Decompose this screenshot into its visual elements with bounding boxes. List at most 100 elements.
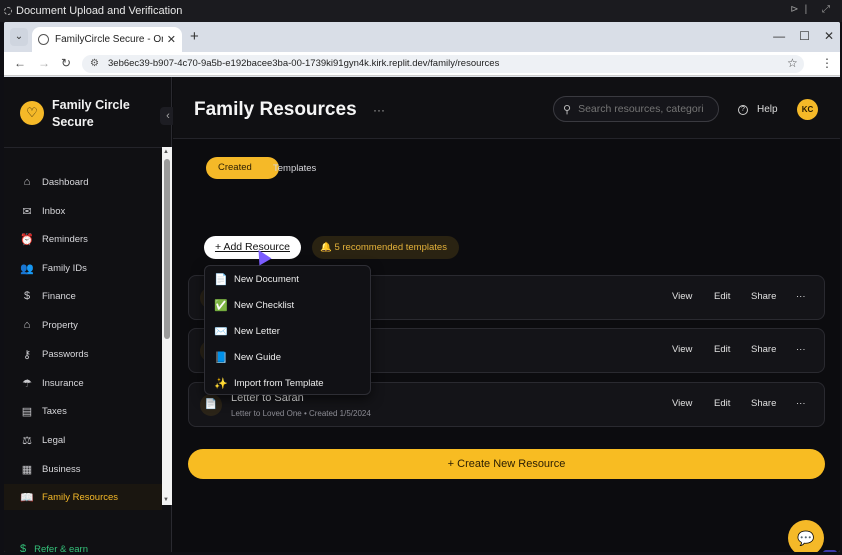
tab-close-icon[interactable]: ✕ — [167, 33, 176, 46]
view-button[interactable]: View — [672, 344, 692, 355]
create-new-resource-button[interactable]: + Create New Resource — [188, 449, 825, 479]
site-info-icon[interactable]: ⚙ — [90, 55, 99, 73]
add-resource-menu: 📄 New Document ✅ New Checklist ✉️ New Letter 📘… — [204, 265, 371, 395]
scroll-down-icon[interactable]: ▼ — [163, 497, 169, 503]
sidebar: ♡ Family Circle Secure ‹ ⌂ Dashboard ✉ Inbo… — [4, 77, 176, 552]
sidebar-item-label: Finance — [42, 290, 76, 302]
menu-item-label: New Letter — [234, 325, 280, 337]
sidebar-item-label: Property — [42, 319, 78, 331]
sidebar-item-label: Taxes — [42, 405, 67, 417]
sidebar-item-icon: 📖 — [20, 491, 34, 504]
help-icon: ? — [738, 104, 748, 115]
url-field[interactable]: ⚙ 3eb6ec39-b907-4c70-9a5b-e192bacee3ba-0… — [82, 55, 804, 73]
os-title-bar: Document Upload and Verification ⊳| ⤢ — [0, 0, 842, 22]
menu-item-new-letter[interactable]: ✉️ New Letter — [205, 318, 370, 344]
scrollbar-thumb[interactable] — [164, 159, 170, 339]
avatar[interactable]: KC — [797, 99, 818, 120]
os-window-controls[interactable]: ⊳| ⤢ — [790, 4, 836, 15]
sidebar-item-icon: ⚷ — [22, 348, 32, 361]
help-button[interactable]: ? Help — [738, 104, 778, 115]
menu-item-icon: ✨ — [214, 377, 228, 390]
sidebar-item-icon: ☂ — [22, 377, 32, 390]
url-text: 3eb6ec39-b907-4c70-9a5b-e192bacee3ba-00-… — [108, 58, 500, 69]
back-icon[interactable]: ← — [14, 56, 26, 70]
refer-label: Refer & earn — [34, 543, 88, 553]
tab-title: FamilyCircle Secure - Organiz — [55, 34, 163, 45]
view-button[interactable]: View — [672, 398, 692, 409]
view-button[interactable]: View — [672, 291, 692, 302]
sidebar-item-label: Business — [42, 463, 81, 475]
share-button[interactable]: Share — [751, 291, 776, 302]
browser-tab[interactable]: FamilyCircle Secure - Organiz ✕ — [32, 27, 182, 52]
row-more-icon[interactable]: ··· — [796, 291, 806, 302]
sidebar-item-family-ids[interactable]: 👥 Family IDs — [4, 255, 162, 281]
menu-item-label: New Guide — [234, 351, 281, 363]
sidebar-item-icon: ⌂ — [23, 176, 31, 188]
add-resource-button[interactable]: + Add Resource — [204, 236, 301, 259]
title-more-icon[interactable]: ··· — [373, 103, 385, 117]
menu-item-label: New Checklist — [234, 299, 295, 311]
sidebar-item-insurance[interactable]: ☂ Insurance — [4, 370, 162, 396]
menu-item-icon: 📄 — [214, 273, 228, 286]
sidebar-item-family-resources[interactable]: 📖 Family Resources — [4, 484, 162, 510]
sidebar-item-dashboard[interactable]: ⌂ Dashboard — [4, 169, 162, 195]
minimize-button[interactable]: — — [773, 29, 785, 43]
sidebar-item-property[interactable]: ⌂ Property — [4, 312, 162, 338]
search-icon: ⚲ — [563, 103, 572, 116]
tab-strip: ⌄ FamilyCircle Secure - Organiz ✕ + — ☐ … — [4, 22, 840, 52]
search-box[interactable]: ⚲ — [553, 96, 719, 122]
new-tab-button[interactable]: + — [190, 28, 199, 45]
sidebar-item-business[interactable]: ▦ Business — [4, 456, 162, 482]
sidebar-scrollbar[interactable]: ▲ ▼ — [162, 147, 172, 505]
browser-menu-icon[interactable]: ⋮ — [821, 56, 833, 70]
sidebar-item-icon: ⚖ — [22, 434, 32, 447]
tab-created[interactable]: Created — [206, 157, 279, 179]
menu-item-import-from-template[interactable]: ✨ Import from Template — [205, 370, 370, 396]
sidebar-item-label: Reminders — [42, 233, 88, 245]
tab-list-button[interactable]: ⌄ — [10, 28, 28, 46]
edit-button[interactable]: Edit — [714, 291, 730, 302]
loading-icon — [4, 7, 12, 15]
menu-item-new-checklist[interactable]: ✅ New Checklist — [205, 292, 370, 318]
chat-icon[interactable]: 💬 — [788, 520, 824, 552]
assistant-badge-icon[interactable]: ● — [823, 550, 837, 552]
share-button[interactable]: Share — [751, 344, 776, 355]
menu-item-new-guide[interactable]: 📘 New Guide — [205, 344, 370, 370]
sidebar-item-icon: ✉ — [22, 205, 32, 218]
edit-button[interactable]: Edit — [714, 344, 730, 355]
help-label: Help — [757, 104, 778, 115]
sidebar-item-label: Passwords — [42, 348, 89, 360]
maximize-button[interactable]: ☐ — [799, 29, 810, 43]
refer-and-earn-link[interactable]: $ Refer & earn — [20, 543, 88, 552]
sidebar-item-passwords[interactable]: ⚷ Passwords — [4, 341, 162, 367]
sidebar-divider — [4, 147, 172, 148]
row-more-icon[interactable]: ··· — [796, 344, 806, 355]
sidebar-item-legal[interactable]: ⚖ Legal — [4, 427, 162, 453]
os-window-title: Document Upload and Verification — [16, 5, 183, 17]
reload-icon[interactable]: ↻ — [61, 56, 71, 70]
share-button[interactable]: Share — [751, 398, 776, 409]
tab-templates[interactable]: Templates — [273, 163, 316, 174]
sidebar-item-icon: 👥 — [20, 262, 34, 275]
sidebar-item-label: Inbox — [42, 205, 66, 217]
sidebar-item-icon: $ — [23, 290, 31, 302]
sidebar-item-taxes[interactable]: ▤ Taxes — [4, 398, 162, 424]
recommended-templates-badge[interactable]: 🔔 5 recommended templates — [312, 236, 459, 259]
sidebar-item-label: Family Resources — [42, 491, 119, 503]
edit-button[interactable]: Edit — [714, 398, 730, 409]
forward-icon[interactable]: → — [38, 56, 50, 70]
bookmark-icon[interactable]: ☆ — [787, 56, 798, 70]
sidebar-item-reminders[interactable]: ⏰ Reminders — [4, 226, 162, 252]
sidebar-item-inbox[interactable]: ✉ Inbox — [4, 198, 162, 224]
sidebar-item-label: Dashboard — [42, 176, 89, 188]
scroll-up-icon[interactable]: ▲ — [163, 149, 169, 155]
search-input[interactable] — [578, 103, 707, 115]
sidebar-item-label: Legal — [42, 434, 66, 446]
sidebar-item-finance[interactable]: $ Finance — [4, 283, 162, 309]
menu-item-label: Import from Template — [234, 377, 324, 389]
row-more-icon[interactable]: ··· — [796, 398, 806, 409]
brand-line-2: Secure — [52, 115, 94, 129]
menu-item-new-document[interactable]: 📄 New Document — [205, 266, 370, 292]
main-header: Family Resources ··· ⚲ ? Help KC — [173, 77, 840, 139]
close-window-button[interactable]: ✕ — [824, 29, 834, 43]
